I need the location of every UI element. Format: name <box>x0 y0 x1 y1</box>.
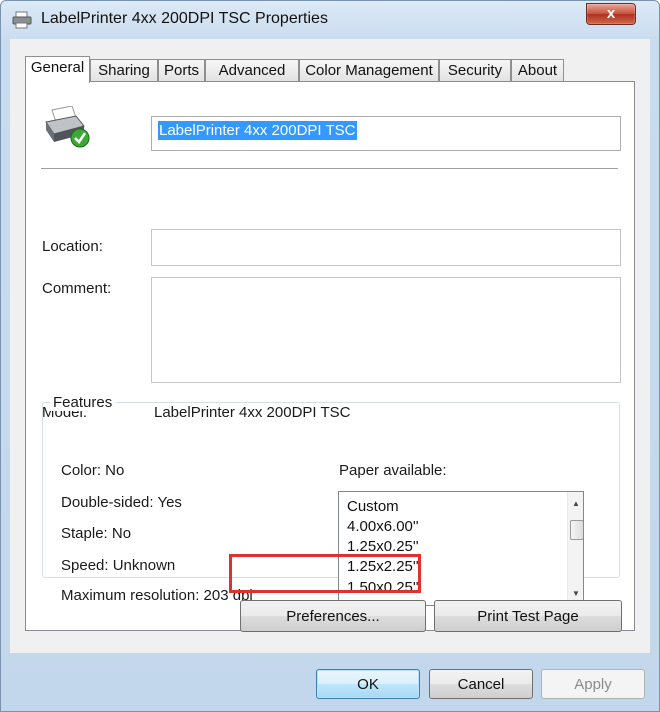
general-tab-content: LabelPrinter 4xx 200DPI TSC Location: Co… <box>25 81 635 632</box>
printer-icon <box>12 11 32 29</box>
tab-label: Color Management <box>305 62 433 79</box>
feature-speed: Speed: Unknown <box>61 557 176 574</box>
printer-name-selection: LabelPrinter 4xx 200DPI TSC <box>158 121 357 140</box>
tab-ports[interactable]: Ports <box>158 59 205 82</box>
window-title: LabelPrinter 4xx 200DPI TSC Properties <box>41 10 328 27</box>
preferences-button[interactable]: Preferences... <box>240 600 426 632</box>
tab-general[interactable]: General <box>25 56 90 83</box>
printer-ready-icon <box>45 106 90 148</box>
close-button[interactable]: x <box>586 3 636 25</box>
features-title: Features <box>50 394 116 411</box>
tab-label: Advanced <box>218 62 286 79</box>
comment-input[interactable] <box>151 277 621 383</box>
ok-button[interactable]: OK <box>316 669 420 699</box>
feature-max-resolution: Maximum resolution: 203 dpi <box>61 587 253 604</box>
divider <box>41 168 618 169</box>
tab-label: General <box>30 59 85 76</box>
feature-color: Color: No <box>61 462 125 479</box>
print-test-page-button[interactable]: Print Test Page <box>434 600 622 632</box>
location-label: Location: <box>42 238 103 255</box>
list-item[interactable]: Custom <box>347 498 399 515</box>
comment-label: Comment: <box>42 280 112 297</box>
close-icon: x <box>606 5 616 22</box>
scroll-thumb[interactable] <box>570 520 583 540</box>
tab-color-management[interactable]: Color Management <box>299 59 439 82</box>
tab-label: Sharing <box>98 62 150 79</box>
scroll-up-icon[interactable]: ▲ <box>568 496 583 512</box>
paper-list-scrollbar[interactable]: ▲ ▼ <box>567 492 583 605</box>
tab-about[interactable]: About <box>511 59 564 82</box>
list-item[interactable]: 4.00x6.00'' <box>347 518 419 535</box>
tab-label: About <box>517 62 558 79</box>
printer-name-input[interactable]: LabelPrinter 4xx 200DPI TSC <box>151 116 621 151</box>
tab-sharing[interactable]: Sharing <box>90 59 158 82</box>
apply-button[interactable]: Apply <box>541 669 645 699</box>
tab-label: Security <box>447 62 503 79</box>
list-item[interactable]: 1.25x0.25'' <box>347 538 419 555</box>
tab-advanced[interactable]: Advanced <box>205 59 299 82</box>
location-input[interactable] <box>151 229 621 266</box>
feature-double-sided: Double-sided: Yes <box>61 494 182 511</box>
feature-staple: Staple: No <box>61 525 132 542</box>
tab-security[interactable]: Security <box>439 59 511 82</box>
paper-available-label: Paper available: <box>339 462 447 479</box>
properties-window: LabelPrinter 4xx 200DPI TSC Properties x… <box>0 0 660 712</box>
preferences-highlight <box>229 554 421 593</box>
tab-label: Ports <box>163 62 199 79</box>
cancel-button[interactable]: Cancel <box>429 669 533 699</box>
title-bar[interactable]: LabelPrinter 4xx 200DPI TSC Properties x <box>1 1 659 39</box>
